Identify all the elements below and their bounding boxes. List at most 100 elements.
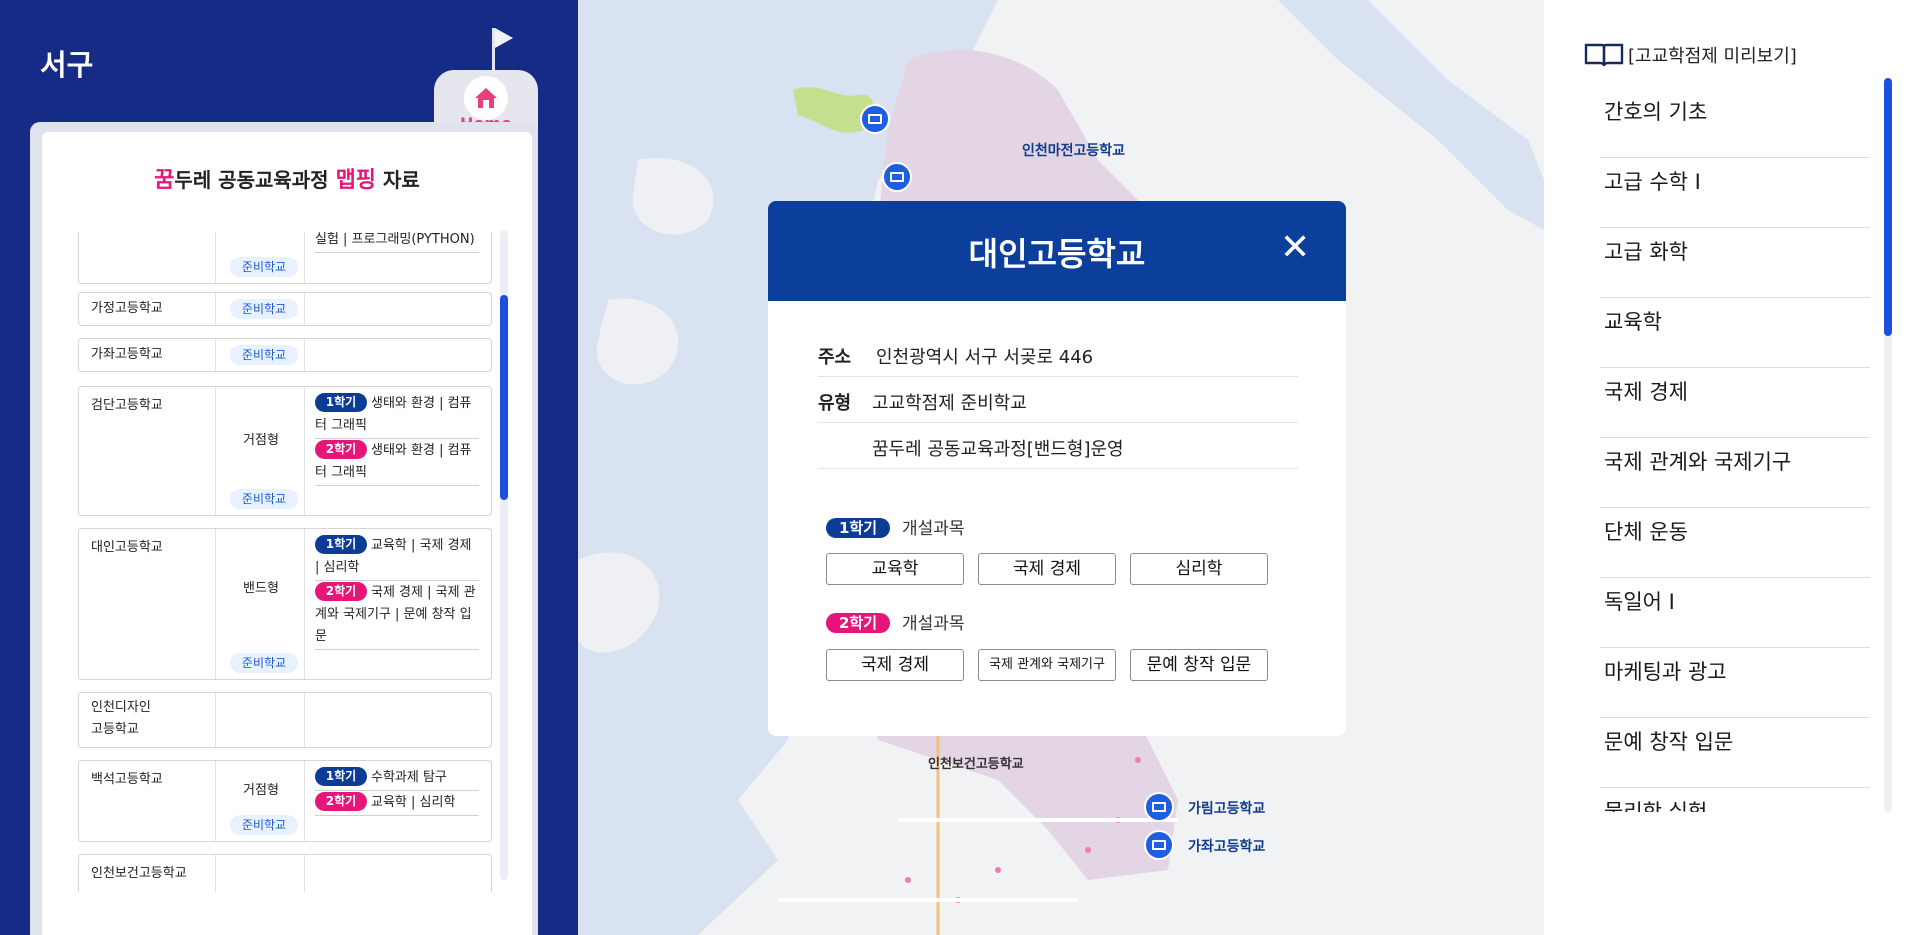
- school-pin-garim[interactable]: [1144, 792, 1174, 822]
- semester1-heading: 1학기 개설과목: [826, 514, 965, 539]
- school-type-cell: 준비학교: [215, 232, 305, 283]
- map-label-garim: 가림고등학교: [1188, 801, 1266, 817]
- school-list[interactable]: 준비학교 실험 | 프로그래밍(PYTHON) 가정고등학교 준비학교 가좌고등…: [78, 232, 494, 892]
- status-badge: 준비학교: [230, 257, 298, 277]
- semester2-subjects: 2학기 생태와 환경 | 컴퓨터 그래픽: [315, 440, 479, 486]
- semester1-subjects: 1학기 생태와 환경 | 컴퓨터 그래픽: [315, 393, 479, 439]
- list-scrollbar-thumb[interactable]: [500, 295, 508, 500]
- school-detail-modal: 대인고등학교 ✕ 주소 인천광역시 서구 서곶로 446 유형 고교학점제 준비…: [768, 201, 1346, 736]
- course-button[interactable]: 국제 경제: [978, 553, 1116, 585]
- course-list-item[interactable]: 물리학 실험: [1600, 788, 1870, 812]
- modal-title: 대인고등학교: [968, 235, 1146, 273]
- right-panel: [고교학점제 미리보기] 간호의 기초 고급 수학 I 고급 화학 교육학 국제…: [1544, 0, 1920, 935]
- semester1-subjects: 1학기 수학과제 탐구: [315, 767, 479, 791]
- mapping-title: 꿈두레 공동교육과정 맵핑 자료: [42, 162, 532, 194]
- school-type: 밴드형: [243, 581, 279, 596]
- map-label-bogeon: 인천보건고등학교: [928, 757, 1024, 772]
- address-row: 주소 인천광역시 서구 서곶로 446: [818, 331, 1298, 377]
- status-badge: 준비학교: [230, 653, 298, 673]
- status-badge: 준비학교: [230, 299, 298, 319]
- subject-cell: 1학기 생태와 환경 | 컴퓨터 그래픽 2학기 생태와 환경 | 컴퓨터 그래픽: [315, 393, 479, 487]
- school-name: 가정고등학교: [91, 301, 163, 316]
- semester1-badge: 1학기: [315, 535, 367, 554]
- school-row[interactable]: 준비학교 실험 | 프로그래밍(PYTHON): [78, 232, 492, 284]
- preview-heading: [고교학점제 미리보기]: [1584, 42, 1797, 73]
- school-icon: [1152, 802, 1166, 812]
- title-dream: 꿈: [154, 168, 175, 193]
- course-button[interactable]: 교육학: [826, 553, 964, 585]
- school-row[interactable]: 백석고등학교 거점형 준비학교 1학기 수학과제 탐구 2학기 교육학 | 심리학: [78, 760, 492, 842]
- course-preview-list[interactable]: 간호의 기초 고급 수학 I 고급 화학 교육학 국제 경제 국제 관계와 국제…: [1600, 88, 1870, 812]
- title-main: 두레 공동교육과정: [174, 168, 336, 192]
- semester1-badge: 1학기: [315, 393, 367, 412]
- school-row[interactable]: 인천디자인 고등학교: [78, 692, 492, 748]
- school-type-cell: 준비학교: [215, 293, 305, 325]
- school-pin-gajwa[interactable]: [1144, 830, 1174, 860]
- course-list-item[interactable]: 단체 운동: [1600, 508, 1870, 578]
- subject-cell: 1학기 수학과제 탐구 2학기 교육학 | 심리학: [315, 767, 479, 817]
- course-list-scrollbar-thumb[interactable]: [1884, 78, 1892, 336]
- status-badge: 준비학교: [230, 489, 298, 509]
- school-type-cell: 거점형 준비학교: [215, 761, 305, 841]
- close-icon[interactable]: ✕: [1280, 230, 1310, 266]
- map-label-gajwa: 가좌고등학교: [1188, 839, 1266, 855]
- subject-text: 실험 | 프로그래밍(PYTHON): [315, 232, 479, 253]
- school-type: 거점형: [243, 433, 279, 448]
- course-list-item[interactable]: 문예 창작 입문: [1600, 718, 1870, 788]
- semester2-subjects: 2학기 교육학 | 심리학: [315, 792, 479, 816]
- type-value-2: 꿈두레 공동교육과정[밴드형]운영: [872, 439, 1124, 460]
- semester2-text: 교육학 | 심리학: [371, 795, 456, 810]
- status-badge: 준비학교: [230, 345, 298, 365]
- address-value: 인천광역시 서구 서곶로 446: [876, 347, 1094, 368]
- school-name: 인천디자인 고등학교: [91, 697, 201, 741]
- subject-cell: 실험 | 프로그래밍(PYTHON): [315, 232, 479, 254]
- left-panel: 서구 Home 꿈두레 공동교육과정 맵핑 자료 준비학교 실험 | 프로그래밍…: [0, 0, 578, 935]
- course-list-item[interactable]: 마케팅과 광고: [1600, 648, 1870, 718]
- type-row-2: 꿈두레 공동교육과정[밴드형]운영: [818, 423, 1298, 469]
- status-badge: 준비학교: [230, 815, 298, 835]
- semester1-text: 수학과제 탐구: [371, 770, 447, 785]
- school-pin[interactable]: [882, 162, 912, 192]
- course-list-item[interactable]: 간호의 기초: [1600, 88, 1870, 158]
- mapping-card: 꿈두레 공동교육과정 맵핑 자료 준비학교 실험 | 프로그래밍(PYTHON)…: [42, 132, 532, 935]
- course-list-item[interactable]: 고급 수학 I: [1600, 158, 1870, 228]
- school-name: 대인고등학교: [91, 540, 163, 555]
- school-name: 검단고등학교: [91, 398, 163, 413]
- course-list-item[interactable]: 고급 화학: [1600, 228, 1870, 298]
- flag-icon: [495, 28, 513, 48]
- school-type-cell: [215, 855, 305, 892]
- course-button[interactable]: 국제 관계와 국제기구: [978, 649, 1116, 681]
- school-row[interactable]: 대인고등학교 밴드형 준비학교 1학기 교육학 | 국제 경제 | 심리학 2학기…: [78, 528, 492, 680]
- school-type-cell: 준비학교: [215, 339, 305, 371]
- school-name: 가좌고등학교: [91, 347, 163, 362]
- preview-heading-text: [고교학점제 미리보기]: [1628, 46, 1797, 67]
- course-button[interactable]: 문예 창작 입문: [1130, 649, 1268, 681]
- type-value: 고교학점제 준비학교: [872, 393, 1027, 414]
- school-name: 인천보건고등학교: [91, 866, 187, 881]
- book-icon: [1584, 42, 1624, 73]
- type-label: 유형: [818, 393, 852, 414]
- school-row[interactable]: 인천보건고등학교: [78, 854, 492, 892]
- course-list-item[interactable]: 교육학: [1600, 298, 1870, 368]
- course-list-item[interactable]: 국제 관계와 국제기구: [1600, 438, 1870, 508]
- course-button[interactable]: 국제 경제: [826, 649, 964, 681]
- course-list-item[interactable]: 국제 경제: [1600, 368, 1870, 438]
- school-type-cell: [215, 693, 305, 747]
- school-pin-majeon[interactable]: [860, 104, 890, 134]
- address-label: 주소: [818, 347, 852, 368]
- semester2-badge: 2학기: [315, 792, 367, 811]
- school-row[interactable]: 검단고등학교 거점형 준비학교 1학기 생태와 환경 | 컴퓨터 그래픽 2학기 생…: [78, 386, 492, 516]
- course-list-item[interactable]: 독일어 I: [1600, 578, 1870, 648]
- modal-header: 대인고등학교 ✕: [768, 201, 1346, 301]
- school-row[interactable]: 가좌고등학교 준비학교: [78, 338, 492, 372]
- semester1-badge: 1학기: [826, 518, 890, 538]
- district-title: 서구: [40, 48, 94, 82]
- semester1-subjects: 1학기 교육학 | 국제 경제 | 심리학: [315, 535, 479, 581]
- course-button[interactable]: 심리학: [1130, 553, 1268, 585]
- semester2-badge: 2학기: [315, 582, 367, 601]
- school-row[interactable]: 가정고등학교 준비학교: [78, 292, 492, 326]
- title-mapping: 맵핑: [335, 168, 377, 193]
- school-name-line1: 인천디자인: [91, 700, 151, 715]
- school-type: 거점형: [243, 783, 279, 798]
- semester2-open-label: 개설과목: [902, 614, 965, 634]
